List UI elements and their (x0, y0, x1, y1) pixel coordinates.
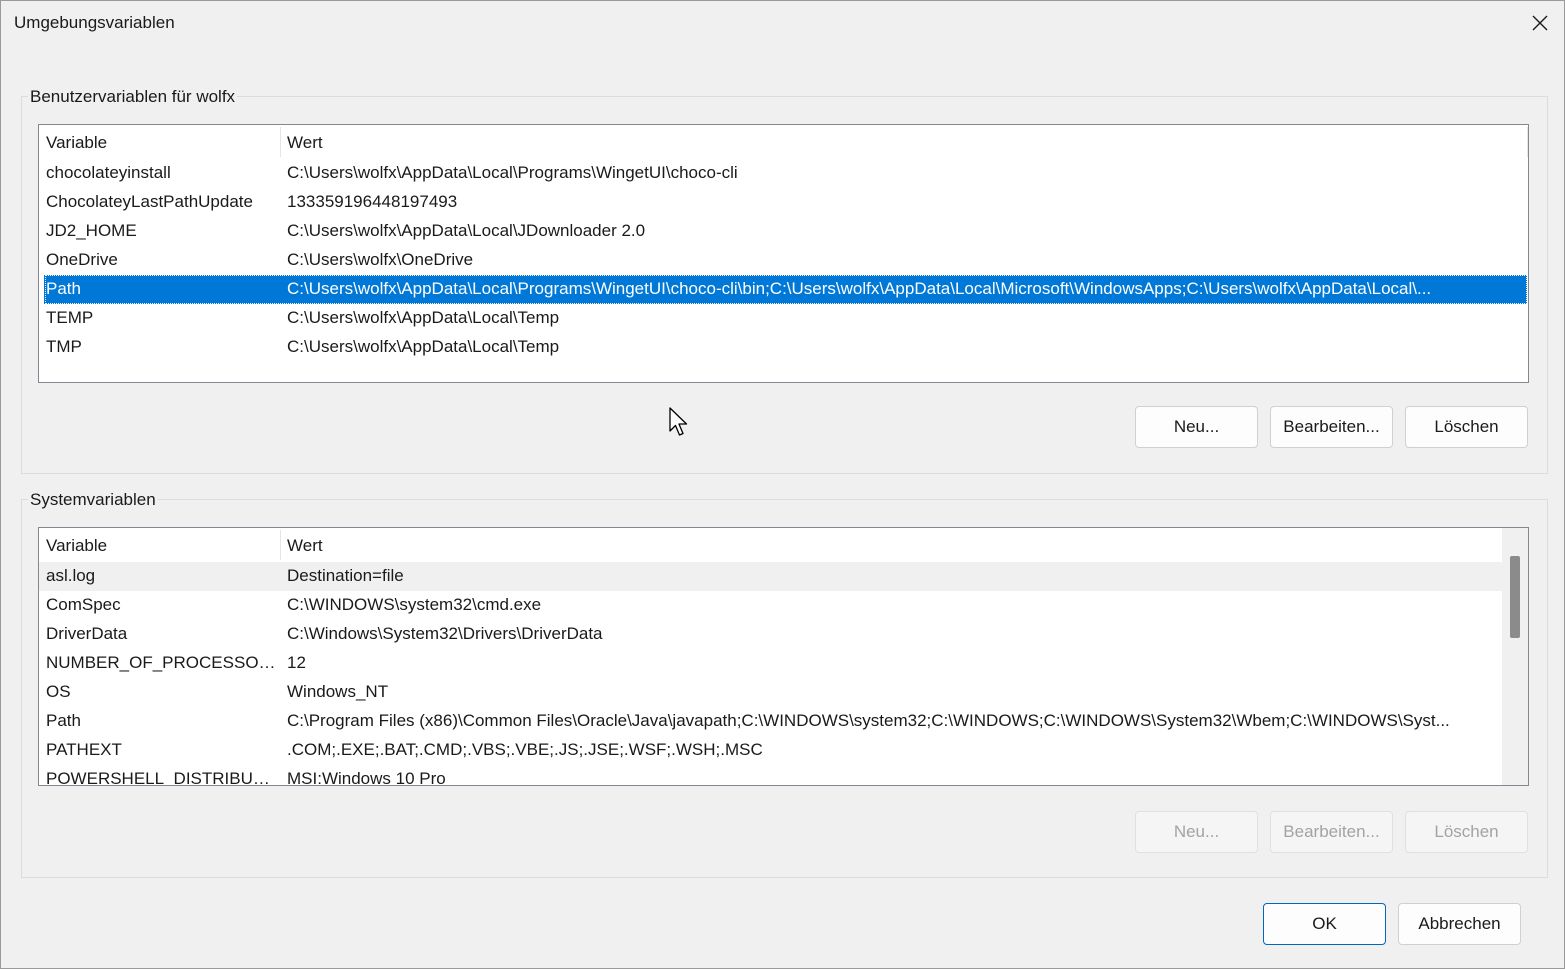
system-variables-label: Systemvariablen (28, 490, 158, 510)
column-separator[interactable] (280, 530, 281, 560)
column-header-variable[interactable]: Variable (46, 536, 107, 556)
system-variables-rows: asl.log Destination=file ComSpec C:\WINDOWS… (39, 562, 1528, 786)
column-header-value[interactable]: Wert (287, 133, 323, 153)
variable-name: PATHEXT (46, 740, 122, 759)
title-bar[interactable]: Umgebungsvariablen (1, 1, 1564, 45)
vertical-scrollbar[interactable] (1502, 528, 1528, 785)
user-variable-row[interactable]: TMP C:\Users\wolfx\AppData\Local\Temp (39, 333, 1528, 362)
variable-value: .COM;.EXE;.BAT;.CMD;.VBS;.VBE;.JS;.JSE;.… (287, 740, 763, 759)
close-button[interactable] (1520, 5, 1560, 41)
variable-name: chocolateyinstall (46, 163, 171, 182)
variable-value: C:\Users\wolfx\AppData\Local\Temp (287, 308, 560, 327)
variable-value: C:\Users\wolfx\AppData\Local\Programs\Wi… (287, 163, 738, 182)
variable-value: C:\Program Files (x86)\Common Files\Orac… (287, 711, 1450, 730)
system-new-button[interactable]: Neu... (1135, 811, 1258, 853)
variable-name: POWERSHELL_DISTRIBUTIO... (46, 769, 278, 786)
column-separator[interactable] (1527, 127, 1528, 157)
system-delete-button[interactable]: Löschen (1405, 811, 1528, 853)
dialog-title: Umgebungsvariablen (14, 13, 175, 32)
system-variable-row[interactable]: Path C:\Program Files (x86)\Common Files\… (39, 707, 1528, 736)
variable-name: ComSpec (46, 595, 121, 614)
system-variable-row[interactable]: ComSpec C:\WINDOWS\system32\cmd.exe (39, 591, 1528, 620)
system-variables-list[interactable]: Variable Wert asl.log Destination=file Com… (38, 527, 1529, 786)
cancel-button[interactable]: Abbrechen (1398, 903, 1521, 945)
variable-value: C:\Windows\System32\Drivers\DriverData (287, 624, 603, 643)
system-variable-row[interactable]: asl.log Destination=file (39, 562, 1528, 591)
system-variable-row[interactable]: NUMBER_OF_PROCESSORS 12 (39, 649, 1528, 678)
system-variable-row[interactable]: PATHEXT .COM;.EXE;.BAT;.CMD;.VBS;.VBE;.JS… (39, 736, 1528, 765)
column-separator[interactable] (280, 127, 281, 157)
variable-name: OneDrive (46, 250, 118, 269)
user-new-button[interactable]: Neu... (1135, 406, 1258, 448)
user-variables-label: Benutzervariablen für wolfx (28, 87, 238, 107)
close-icon (1532, 15, 1548, 31)
mouse-pointer-icon (669, 407, 688, 436)
user-edit-button[interactable]: Bearbeiten... (1270, 406, 1393, 448)
variable-value: Windows_NT (287, 682, 389, 701)
variable-value: C:\WINDOWS\system32\cmd.exe (287, 595, 542, 614)
variable-name: OS (46, 682, 71, 701)
user-variable-row[interactable]: chocolateyinstall C:\Users\wolfx\AppData\… (39, 159, 1528, 188)
variable-value: 12 (287, 653, 306, 672)
variable-name: TEMP (46, 308, 94, 327)
user-variable-row[interactable]: Path C:\Users\wolfx\AppData\Local\Program… (44, 275, 1527, 304)
user-variables-rows: chocolateyinstall C:\Users\wolfx\AppData\… (39, 159, 1528, 362)
user-variables-header: Variable Wert (39, 125, 1528, 159)
variable-value: C:\Users\wolfx\OneDrive (287, 250, 474, 269)
user-variable-row[interactable]: JD2_HOME C:\Users\wolfx\AppData\Local\JDo… (39, 217, 1528, 246)
variable-name: asl.log (46, 566, 96, 585)
variable-name: DriverData (46, 624, 128, 643)
system-variable-row[interactable]: OS Windows_NT (39, 678, 1528, 707)
system-edit-button[interactable]: Bearbeiten... (1270, 811, 1393, 853)
variable-value: 133359196448197493 (287, 192, 458, 211)
variable-value: Destination=file (287, 566, 404, 585)
variable-name: NUMBER_OF_PROCESSORS (46, 653, 278, 672)
system-variables-header: Variable Wert (39, 528, 1528, 562)
user-variable-row[interactable]: OneDrive C:\Users\wolfx\OneDrive (39, 246, 1528, 275)
variable-name: Path (46, 711, 81, 730)
variable-value: MSI:Windows 10 Pro (287, 769, 446, 786)
variable-value: C:\Users\wolfx\AppData\Local\JDownloader… (287, 221, 646, 240)
system-variable-row[interactable]: DriverData C:\Windows\System32\Drivers\Dr… (39, 620, 1528, 649)
column-header-variable[interactable]: Variable (46, 133, 107, 153)
ok-button[interactable]: OK (1263, 903, 1386, 945)
variable-name: Path (46, 279, 81, 298)
variable-value: C:\Users\wolfx\AppData\Local\Temp (287, 337, 560, 356)
user-delete-button[interactable]: Löschen (1405, 406, 1528, 448)
variable-name: TMP (46, 337, 82, 356)
user-variable-row[interactable]: ChocolateyLastPathUpdate 1333591964481974… (39, 188, 1528, 217)
column-header-value[interactable]: Wert (287, 536, 323, 556)
system-variable-row[interactable]: POWERSHELL_DISTRIBUTIO... MSI:Windows 10 … (39, 765, 1528, 786)
environment-variables-dialog: Umgebungsvariablen Benutzervariablen für… (0, 0, 1565, 969)
variable-name: ChocolateyLastPathUpdate (46, 192, 253, 211)
user-variables-list[interactable]: Variable Wert chocolateyinstall C:\Users\… (38, 124, 1529, 383)
user-variable-row[interactable]: TEMP C:\Users\wolfx\AppData\Local\Temp (39, 304, 1528, 333)
variable-name: JD2_HOME (46, 221, 137, 240)
scrollbar-thumb[interactable] (1510, 556, 1520, 638)
variable-value: C:\Users\wolfx\AppData\Local\Programs\Wi… (287, 279, 1432, 298)
